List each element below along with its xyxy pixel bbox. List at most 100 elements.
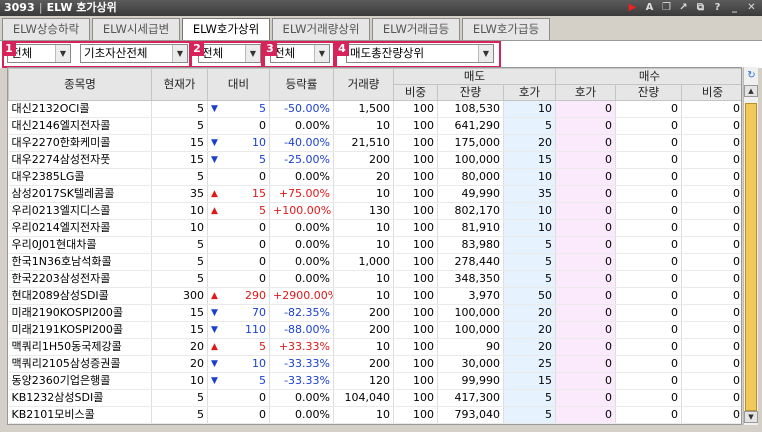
col-buy-remain[interactable]: 잔량: [615, 84, 682, 101]
table-row[interactable]: 대신2132OCI콜 5 ▼ 5 -50.00% 1,500 100 108,530 10 0 0 0: [8, 100, 741, 118]
table-row[interactable]: 한국2203삼성전자콜 5 0 0.00% 10 100 348,350 5 0 0 0: [8, 270, 741, 288]
cell-change: 0: [207, 168, 270, 186]
cell-buy-quote: 0: [555, 389, 616, 407]
cell-sell-remain-value: 90: [486, 340, 500, 353]
cell-name-value: 대우2385LG콜: [11, 170, 85, 183]
table-row[interactable]: 대우2385LG콜 5 0 0.00% 20 100 80,000 10 0 0 0: [8, 168, 741, 186]
cell-buy-remain-value: 0: [671, 238, 678, 251]
col-sell-ratio[interactable]: 비중: [393, 84, 438, 101]
col-volume[interactable]: 거래량: [333, 68, 394, 101]
triangle-down-icon: ▼: [211, 325, 218, 335]
cell-buy-ratio-value: 0: [733, 238, 740, 251]
cell-price-value: 20: [190, 340, 204, 353]
cell-volume: 10: [333, 270, 394, 288]
cell-volume-value: 200: [369, 306, 390, 319]
cell-rate: -25.00%: [269, 151, 334, 169]
cell-change: ▼ 5: [207, 100, 270, 118]
table-row[interactable]: 우리0213엘지디스콜 10 ▲ 5 +100.00% 130 100 802,170 10 0 0…: [8, 202, 741, 220]
cell-price-value: 5: [197, 119, 204, 132]
table-row[interactable]: 미래2190KOSPI200콜 15 ▼ 70 -82.35% 200 100 100,000…: [8, 304, 741, 322]
table-row[interactable]: 미래2191KOSPI200콜 15 ▼ 110 -88.00% 200 100 100,00…: [8, 321, 741, 339]
cell-price: 5: [151, 389, 208, 407]
cell-change: 0: [207, 219, 270, 237]
table-row[interactable]: 맥쿼리1H50동국제강콜 20 ▲ 5 +33.33% 10 100 90 20 0 0 0: [8, 338, 741, 356]
table-row[interactable]: 동양2360기업은행콜 10 ▼ 5 -33.33% 120 100 99,990 15 0 0 0: [8, 372, 741, 390]
cell-sell-remain: 3,970: [437, 287, 504, 305]
table-row[interactable]: 삼성2017SK텔레콤콜 35 ▲ 15 +75.00% 10 100 49,990 35 0 0 0: [8, 185, 741, 203]
close-icon[interactable]: ✕: [745, 1, 758, 14]
cell-buy-remain: 0: [615, 321, 682, 339]
vertical-scrollbar[interactable]: ↻ ▲ ▼: [743, 67, 758, 425]
cell-sell-ratio-value: 100: [413, 204, 434, 217]
font-icon[interactable]: A: [643, 1, 656, 14]
link-icon[interactable]: ↗: [677, 1, 690, 14]
cell-buy-ratio-value: 0: [733, 136, 740, 149]
cell-sell-ratio: 100: [393, 117, 438, 135]
arrow-icon[interactable]: ▶: [626, 1, 639, 14]
cell-sell-ratio-value: 100: [413, 153, 434, 166]
table-row[interactable]: 대우2270한화케미콜 15 ▼ 10 -40.00% 21,510 100 175,000 2…: [8, 134, 741, 152]
tab-elw-quote-top[interactable]: ELW호가상위: [182, 18, 270, 41]
cell-change-value: 5: [259, 102, 266, 115]
window-title: ELW 호가상위: [46, 1, 117, 14]
help-icon[interactable]: ?: [711, 1, 724, 14]
table-row[interactable]: 대신2146엘지전자콜 5 0 0.00% 10 100 641,290 5 0 0 0: [8, 117, 741, 135]
cell-volume-value: 10: [376, 289, 390, 302]
cell-volume-value: 10: [376, 238, 390, 251]
table-row[interactable]: KB1232삼성SDI콜 5 0 0.00% 104,040 100 417,300 5 0 0 0: [8, 389, 741, 407]
cell-rate-value: 0.00%: [295, 170, 330, 183]
minimize-icon[interactable]: _: [728, 1, 741, 14]
col-buy-quote[interactable]: 호가: [555, 84, 616, 101]
col-rate[interactable]: 등락률: [269, 68, 334, 101]
cell-buy-remain: 0: [615, 151, 682, 169]
cell-price: 300: [151, 287, 208, 305]
tab-elw-price-surge[interactable]: ELW시세급변: [92, 18, 180, 40]
triangle-down-icon: ▼: [211, 104, 218, 114]
scroll-up-button[interactable]: ▲: [744, 85, 758, 97]
cell-buy-ratio: 0: [681, 287, 741, 305]
cell-volume-value: 10: [376, 221, 390, 234]
col-sell-quote[interactable]: 호가: [503, 84, 556, 101]
cell-buy-ratio-value: 0: [733, 255, 740, 268]
table-row[interactable]: 우리0214엘지전자콜 10 0 0.00% 10 100 81,910 10 0 0 0: [8, 219, 741, 237]
cell-name-value: 우리0J01현대차콜: [11, 238, 97, 251]
tab-elw-rise-fall[interactable]: ELW상승하락: [2, 18, 90, 40]
triangle-down-icon: ▼: [211, 308, 218, 318]
cell-sell-quote-value: 5: [545, 238, 552, 251]
cell-sell-remain-value: 100,000: [454, 323, 501, 336]
scroll-thumb[interactable]: [745, 103, 757, 411]
cell-buy-quote-value: 0: [605, 289, 612, 302]
table-row[interactable]: 현대2089삼성SDI콜 300 ▲ 290 +2900.00% 10 100 3,970 50…: [8, 287, 741, 305]
cell-rate-value: -50.00%: [284, 102, 330, 115]
popout-icon[interactable]: ⧉: [694, 1, 707, 14]
cell-change: ▲ 15: [207, 185, 270, 203]
cell-sell-ratio: 100: [393, 321, 438, 339]
cell-rate-value: 0.00%: [295, 119, 330, 132]
cell-sell-ratio-value: 100: [413, 170, 434, 183]
cell-change-value: 5: [259, 204, 266, 217]
tab-elw-trade-surge[interactable]: ELW거래급등: [372, 18, 460, 40]
col-change[interactable]: 대비: [207, 68, 270, 101]
table-row[interactable]: 대우2274삼성전자풋 15 ▼ 5 -25.00% 200 100 100,000 15 0 0 0: [8, 151, 741, 169]
copy-icon[interactable]: ❐: [660, 1, 673, 14]
refresh-icon[interactable]: ↻: [745, 69, 758, 82]
table-row[interactable]: 맥쿼리2105삼성증권콜 20 ▼ 10 -33.33% 200 100 30,000 25 0 0…: [8, 355, 741, 373]
table-row[interactable]: 한국1N36호남석화콜 5 0 0.00% 1,000 100 278,440 5 0 0 0: [8, 253, 741, 271]
cell-volume-value: 120: [369, 374, 390, 387]
cell-buy-remain-value: 0: [671, 221, 678, 234]
cell-name: 우리0214엘지전자콜: [8, 219, 152, 237]
scroll-down-button[interactable]: ▼: [744, 411, 758, 423]
table-row[interactable]: 우리0J01현대차콜 5 0 0.00% 10 100 83,980 5 0 0 0: [8, 236, 741, 254]
col-sell-remain[interactable]: 잔량: [437, 84, 504, 101]
badge-2: 2: [190, 41, 204, 56]
tab-elw-volume-top[interactable]: ELW거래량상위: [272, 18, 370, 40]
cell-sell-remain-value: 100,000: [454, 153, 501, 166]
cell-buy-ratio: 0: [681, 168, 741, 186]
col-name[interactable]: 종목명: [8, 68, 152, 101]
col-buy-ratio[interactable]: 비중: [681, 84, 741, 101]
triangle-down-icon: ▼: [211, 376, 218, 386]
cell-sell-ratio-value: 100: [413, 374, 434, 387]
tab-elw-quote-surge[interactable]: ELW호가급등: [462, 18, 550, 40]
table-row[interactable]: KB2101모비스콜 5 0 0.00% 10 100 793,040 5 0 0 0: [8, 406, 741, 424]
col-price[interactable]: 현재가: [151, 68, 208, 101]
